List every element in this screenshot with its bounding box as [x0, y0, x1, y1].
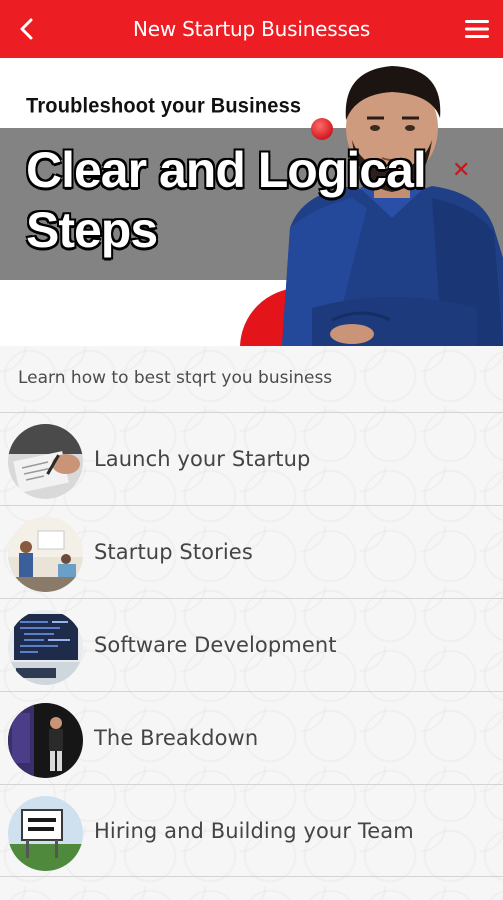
chevron-left-icon	[20, 18, 33, 40]
close-mark-decoration: ✕	[452, 158, 471, 183]
list-item-launch-your-startup[interactable]: Launch your Startup	[0, 412, 503, 505]
list-item-hiring-and-building-your-team[interactable]: Hiring and Building your Team	[0, 784, 503, 877]
hand-writing-thumbnail	[8, 424, 83, 499]
back-button[interactable]	[6, 9, 46, 49]
content-area: Learn how to best stqrt you business Lau…	[0, 346, 503, 900]
red-dot-decoration	[311, 118, 333, 140]
list-item-label: The Breakdown	[94, 726, 259, 750]
list-item-startup-stories[interactable]: Startup Stories	[0, 505, 503, 598]
topic-list: Launch your Startup Startup Stories Soft…	[0, 412, 503, 877]
hero-headline: Clear and Logical Steps	[26, 142, 427, 258]
intro-text: Learn how to best stqrt you business	[18, 368, 333, 388]
app-header: New Startup Businesses	[0, 0, 503, 58]
list-item-label: Hiring and Building your Team	[94, 819, 414, 843]
now-hiring-sign-thumbnail	[8, 796, 83, 871]
hero-banner: ✕ Troubleshoot your Business Clear and L…	[0, 58, 503, 346]
list-item-the-breakdown[interactable]: The Breakdown	[0, 691, 503, 784]
list-item-label: Software Development	[94, 633, 337, 657]
page-title: New Startup Businesses	[132, 17, 371, 41]
list-item-software-development[interactable]: Software Development	[0, 598, 503, 691]
team-meeting-thumbnail	[8, 517, 83, 592]
list-item-label: Launch your Startup	[94, 447, 311, 471]
menu-button[interactable]	[457, 9, 497, 49]
hero-kicker: Troubleshoot your Business	[26, 94, 302, 118]
code-screen-thumbnail	[8, 610, 83, 685]
speaker-on-stage-thumbnail	[8, 703, 83, 778]
hamburger-menu-icon	[465, 20, 489, 38]
list-item-label: Startup Stories	[94, 540, 253, 564]
